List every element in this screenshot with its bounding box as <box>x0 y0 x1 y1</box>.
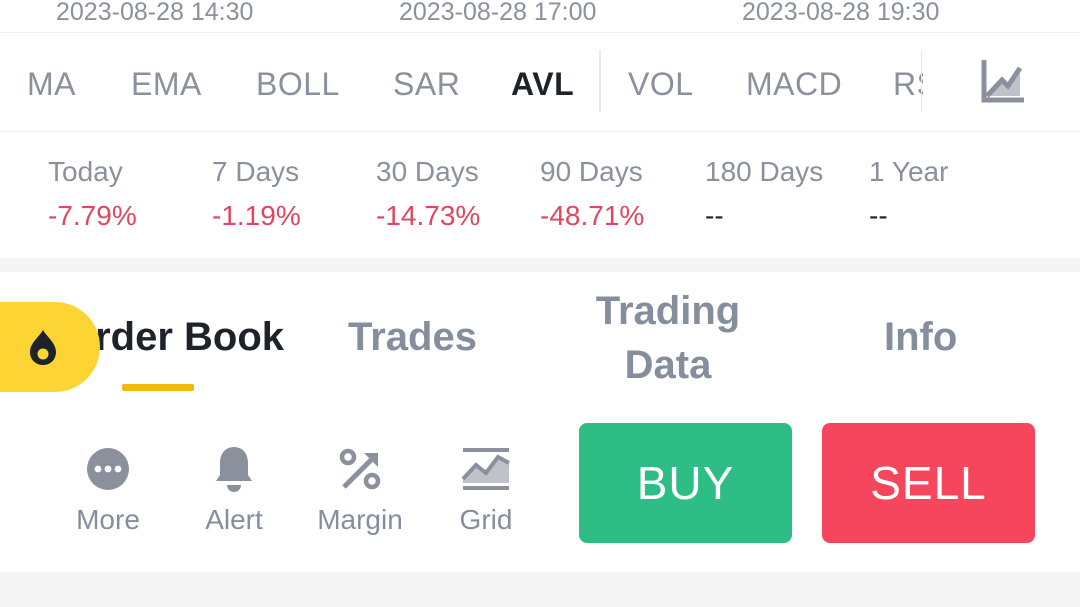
alert-button[interactable]: Alert <box>179 442 289 536</box>
performance-label: 90 Days <box>540 156 643 187</box>
section-divider <box>0 258 1080 272</box>
chart-time-axis: 2023-08-28 14:30 2023-08-28 17:00 2023-0… <box>0 0 1080 33</box>
more-label: More <box>76 504 140 535</box>
indicator-ma[interactable]: MA <box>27 66 76 103</box>
percent-icon <box>339 448 381 490</box>
more-button[interactable]: More <box>53 442 163 536</box>
performance-30-days: 30 Days -14.73% <box>376 156 480 232</box>
performance-label: 30 Days <box>376 156 479 187</box>
time-axis-label: 2023-08-28 19:30 <box>742 0 940 26</box>
buy-button[interactable]: BUY <box>579 423 792 543</box>
price-performance-row: Today -7.79% 7 Days -1.19% 30 Days -14.7… <box>0 132 1080 258</box>
performance-label: 7 Days <box>212 156 300 187</box>
tab-trading-data-line2: Data <box>624 343 712 387</box>
indicator-boll[interactable]: BOLL <box>256 66 340 103</box>
chart-settings-icon[interactable] <box>980 59 1025 104</box>
sell-button[interactable]: SELL <box>822 423 1035 543</box>
market-tabs: Order Book Trades Trading Data Info <box>0 272 1080 402</box>
floating-promo-button[interactable] <box>0 302 100 392</box>
indicator-rsi[interactable]: RSI <box>893 66 923 103</box>
flame-icon <box>30 330 56 365</box>
performance-value: -1.19% <box>212 200 301 231</box>
performance-label: 1 Year <box>869 156 949 187</box>
performance-7-days: 7 Days -1.19% <box>212 156 301 232</box>
time-axis-label: 2023-08-28 17:00 <box>399 0 597 26</box>
margin-label: Margin <box>317 504 403 535</box>
performance-90-days: 90 Days -48.71% <box>540 156 644 232</box>
performance-value: -- <box>705 200 724 231</box>
tab-trading-data-line1: Trading <box>595 289 741 333</box>
indicator-bar: MA EMA BOLL SAR AVL VOL MACD RSI <box>0 32 1080 132</box>
margin-button[interactable]: Margin <box>305 442 415 536</box>
time-axis-label: 2023-08-28 14:30 <box>56 0 254 26</box>
indicator-sar[interactable]: SAR <box>393 66 460 103</box>
indicator-divider <box>599 50 601 112</box>
indicator-divider <box>921 50 922 112</box>
tab-trading-data[interactable]: Trading Data <box>568 284 768 392</box>
tab-trades[interactable]: Trades <box>348 310 477 364</box>
indicator-macd[interactable]: MACD <box>746 66 842 103</box>
performance-180-days: 180 Days -- <box>705 156 823 232</box>
indicator-ema[interactable]: EMA <box>131 66 202 103</box>
performance-label: Today <box>48 156 123 187</box>
performance-value: -14.73% <box>376 200 481 231</box>
performance-value: -- <box>869 200 888 231</box>
alert-label: Alert <box>205 504 263 535</box>
grid-label: Grid <box>459 504 513 535</box>
indicator-vol[interactable]: VOL <box>628 66 694 103</box>
more-icon <box>87 448 129 490</box>
indicator-avl[interactable]: AVL <box>511 66 574 103</box>
bottom-action-bar: More Alert Margin Grid BUY SELL <box>0 402 1080 572</box>
bell-icon <box>216 447 252 492</box>
grid-chart-icon <box>462 448 510 490</box>
performance-value: -48.71% <box>540 200 645 231</box>
tab-info[interactable]: Info <box>884 310 957 364</box>
active-tab-indicator <box>122 384 194 391</box>
bottom-spacer <box>0 572 1080 607</box>
performance-1-year: 1 Year -- <box>869 156 948 232</box>
grid-button[interactable]: Grid <box>431 442 541 536</box>
performance-label: 180 Days <box>705 156 824 187</box>
performance-today: Today -7.79% <box>48 156 137 232</box>
performance-value: -7.79% <box>48 200 137 231</box>
